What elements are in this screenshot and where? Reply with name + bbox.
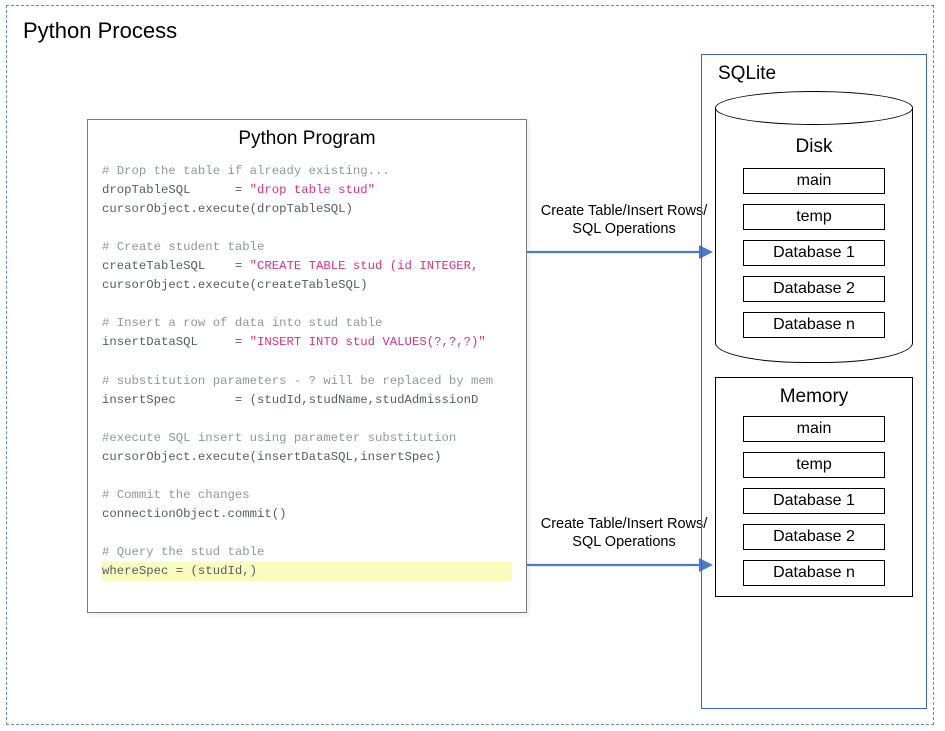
mem-item-main: main [743,416,885,442]
arrow-label-2: Create Table/Insert Rows/ SQL Operations [534,515,714,551]
arrow-1 [527,240,713,264]
cylinder-body: Disk main temp Database 1 Database 2 Dat… [715,108,913,363]
sqlite-title: SQLite [718,63,916,85]
code-comment: # Create student table [102,240,264,254]
code-comment: # Drop the table if already existing... [102,164,390,178]
code-line: cursorObject.execute(dropTableSQL) [102,202,353,216]
memory-label: Memory [726,386,902,408]
mem-item-1: Database 1 [743,488,885,514]
content-area: Python Program # Drop the table if alrea… [21,54,919,694]
db-item-temp: temp [743,204,885,230]
sqlite-box: SQLite Disk main temp Database 1 Databas… [701,54,927,709]
disk-cylinder: Disk main temp Database 1 Database 2 Dat… [715,91,913,363]
code-comment: # Commit the changes [102,488,250,502]
code-comment: # Query the stud table [102,545,264,559]
mem-item-n: Database n [743,560,885,586]
code-line: createTableSQL = "CREATE TABLE stud (id … [102,259,478,273]
cylinder-top [715,91,913,125]
code-line-highlight: whereSpec = (studId,) [102,562,512,581]
code-comment: # Insert a row of data into stud table [102,316,382,330]
python-program-box: Python Program # Drop the table if alrea… [87,119,527,613]
mem-item-temp: temp [743,452,885,478]
code-comment: #execute SQL insert using parameter subs… [102,431,456,445]
memory-box: Memory main temp Database 1 Database 2 D… [715,377,913,597]
db-item-2: Database 2 [743,276,885,302]
code-line: insertDataSQL = "INSERT INTO stud VALUES… [102,335,486,349]
db-item-main: main [743,168,885,194]
code-line: insertSpec = (studId,studName,studAdmiss… [102,393,478,407]
mem-item-2: Database 2 [743,524,885,550]
code-line: cursorObject.execute(insertDataSQL,inser… [102,450,441,464]
code-comment: # substitution parameters - ? will be re… [102,374,493,388]
code-block: # Drop the table if already existing... … [88,152,526,581]
disk-label: Disk [726,136,902,158]
db-item-n: Database n [743,312,885,338]
arrow-2 [527,553,713,577]
db-item-1: Database 1 [743,240,885,266]
process-title: Python Process [23,18,919,44]
program-title: Python Program [88,120,526,152]
python-process-container: Python Process Python Program # Drop the… [6,5,934,725]
code-line: cursorObject.execute(createTableSQL) [102,278,368,292]
arrow-label-1: Create Table/Insert Rows/ SQL Operations [534,202,714,238]
code-line: connectionObject.commit() [102,507,286,521]
code-line: dropTableSQL = "drop table stud" [102,183,375,197]
